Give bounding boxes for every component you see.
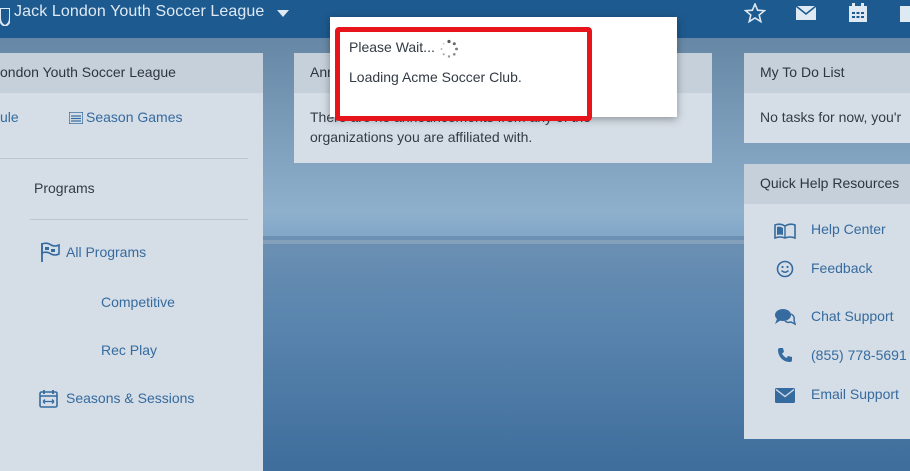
calendar-range-icon [39, 390, 58, 408]
divider [30, 219, 248, 220]
announcements-empty-text: organizations you are affiliated with. [310, 129, 533, 145]
season-games-link[interactable]: Season Games [86, 109, 183, 125]
mail-icon[interactable] [795, 3, 817, 23]
shield-icon [0, 8, 10, 26]
phone-number-link[interactable]: (855) 778-5691 [811, 347, 907, 363]
panel-header: My To Do List [744, 53, 910, 93]
schedule-link[interactable]: ule [0, 109, 19, 125]
calendar-icon[interactable] [898, 3, 910, 23]
divider [0, 158, 248, 159]
programs-heading: Programs [34, 180, 95, 196]
chat-icon [775, 309, 796, 326]
competitive-link[interactable]: Competitive [101, 294, 175, 310]
panel-title: Quick Help Resources [760, 175, 900, 191]
highlight-box [335, 27, 592, 121]
panel-header: ondon Youth Soccer League [0, 53, 263, 93]
help-center-link[interactable]: Help Center [811, 221, 886, 237]
panel-header: Quick Help Resources [744, 164, 910, 204]
chat-support-link[interactable]: Chat Support [811, 308, 894, 324]
all-programs-link[interactable]: All Programs [66, 244, 146, 260]
phone-icon [778, 348, 792, 362]
panel-title: ondon Youth Soccer League [0, 64, 176, 80]
flag-icon [41, 242, 60, 262]
panel-title: My To Do List [760, 64, 845, 80]
email-support-link[interactable]: Email Support [811, 386, 899, 402]
smile-icon [776, 260, 794, 278]
feedback-link[interactable]: Feedback [811, 260, 872, 276]
seasons-sessions-link[interactable]: Seasons & Sessions [66, 390, 194, 406]
organization-title[interactable]: Jack London Youth Soccer League [14, 3, 264, 21]
book-icon [774, 223, 796, 239]
star-icon[interactable] [744, 3, 766, 23]
mail-icon [775, 388, 795, 403]
list-icon [69, 112, 83, 124]
chevron-down-icon[interactable] [277, 8, 289, 18]
rec-play-link[interactable]: Rec Play [101, 342, 157, 358]
calendar-icon[interactable] [847, 3, 869, 23]
todo-empty-text: No tasks for now, you'r [760, 109, 902, 125]
todo-panel: My To Do List [744, 53, 910, 143]
